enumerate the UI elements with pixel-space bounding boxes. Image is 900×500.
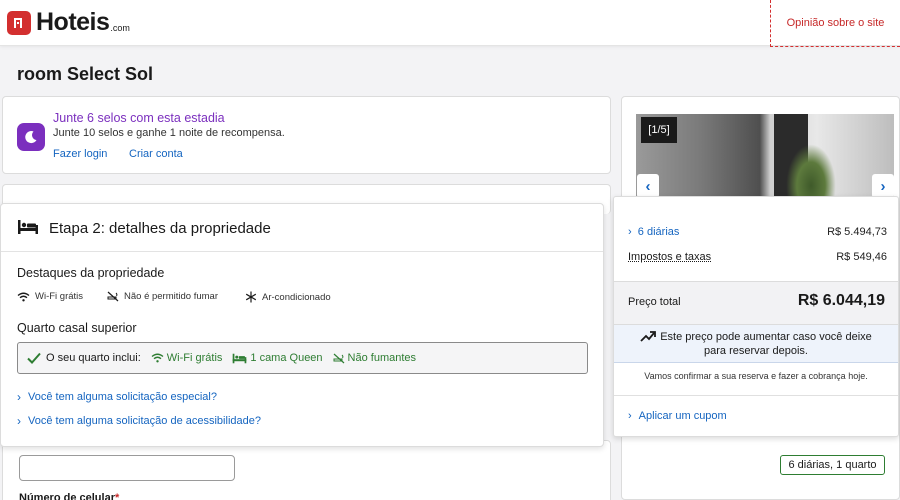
rewards-title: Junte 6 selos com esta estadia <box>53 111 225 125</box>
chevron-right-icon: › <box>628 226 632 238</box>
taxes-label[interactable]: Impostos e taxas <box>628 251 711 263</box>
highlight-air-conditioning: Ar-condicionado <box>245 291 331 303</box>
moon-icon <box>17 123 45 151</box>
taxes-value: R$ 549,46 <box>836 251 887 263</box>
no-smoking-icon <box>107 291 119 302</box>
highlight-wifi: Wi-Fi grátis <box>17 291 83 302</box>
signup-link[interactable]: Criar conta <box>129 148 183 160</box>
total-label: Preço total <box>628 296 681 308</box>
building-icon <box>14 18 22 28</box>
details-title: Etapa 2: detalhes da propriedade <box>49 220 271 237</box>
trending-up-icon <box>640 331 657 342</box>
logo-text: Hoteis <box>36 8 110 36</box>
includes-label: O seu quarto inclui: <box>46 352 141 364</box>
stay-summary-badge: 6 diárias, 1 quarto <box>780 455 885 475</box>
price-increase-alert: Este preço pode aumentar caso você deixe… <box>614 325 898 363</box>
wifi-icon <box>151 353 164 363</box>
bed-icon <box>233 353 247 363</box>
included-wifi: Wi-Fi grátis <box>151 352 222 364</box>
nights-breakdown-link[interactable]: › 6 diárias <box>628 226 679 238</box>
apply-coupon-link[interactable]: › Aplicar um cupom <box>628 410 727 422</box>
rewards-card: Junte 6 selos com esta estadia Junte 10 … <box>2 96 611 174</box>
special-request-link[interactable]: › Você tem alguma solicitação especial? <box>17 390 217 404</box>
highlights-title: Destaques da propriedade <box>17 266 165 280</box>
room-includes-box: O seu quarto inclui: Wi-Fi grátis 1 cama… <box>17 342 588 374</box>
text-input[interactable] <box>19 455 235 481</box>
no-smoking-icon <box>333 353 344 363</box>
chevron-left-icon: ‹ <box>645 177 651 195</box>
page-title: room Select Sol <box>17 64 154 84</box>
highlight-no-smoking: Não é permitido fumar <box>107 291 218 302</box>
next-photo-button[interactable]: › <box>872 174 894 198</box>
checkmark-icon <box>27 352 41 364</box>
details-header: Etapa 2: detalhes da propriedade <box>1 204 603 252</box>
taxes-row: Impostos e taxas R$ 549,46 <box>628 251 887 263</box>
included-bed: 1 cama Queen <box>232 352 323 364</box>
property-details-card: Etapa 2: detalhes da propriedade Destaqu… <box>0 203 604 447</box>
chevron-right-icon: › <box>880 177 886 195</box>
charge-confirmation-note: Vamos confirmar a sua reserva e fazer a … <box>644 371 868 381</box>
contact-form-card: Número de celular* <box>2 440 611 500</box>
photo-counter: [1/5] <box>641 117 677 143</box>
accessibility-request-link[interactable]: › Você tem alguma solicitação de acessib… <box>17 414 261 428</box>
phone-label: Número de celular* <box>19 492 120 500</box>
chevron-right-icon: › <box>628 410 632 422</box>
total-price-band: Preço total R$ 6.044,19 <box>614 281 898 325</box>
room-title: Quarto casal superior <box>17 321 137 335</box>
site-header: Hoteis .com Opinião sobre o site <box>0 0 900 47</box>
bed-icon <box>18 220 38 234</box>
price-details-card: › 6 diárias R$ 5.494,73 Impostos e taxas… <box>613 196 899 437</box>
login-link[interactable]: Fazer login <box>53 148 107 160</box>
chevron-right-icon: › <box>17 390 21 404</box>
hoteis-logo[interactable]: Hoteis .com <box>7 9 130 35</box>
previous-photo-button[interactable]: ‹ <box>637 174 659 198</box>
hoteis-logo-mark <box>7 11 31 35</box>
snowflake-icon <box>245 291 257 303</box>
included-no-smoking: Não fumantes <box>333 352 416 364</box>
nights-row: › 6 diárias R$ 5.494,73 <box>628 226 887 238</box>
logo-suffix: .com <box>110 23 130 33</box>
nights-value: R$ 5.494,73 <box>827 226 887 238</box>
site-feedback-link[interactable]: Opinião sobre o site <box>770 0 900 47</box>
wifi-icon <box>17 292 30 301</box>
chevron-right-icon: › <box>17 414 21 428</box>
total-value: R$ 6.044,19 <box>797 292 885 309</box>
divider <box>614 395 898 396</box>
rewards-subtitle: Junte 10 selos e ganhe 1 noite de recomp… <box>53 127 285 139</box>
